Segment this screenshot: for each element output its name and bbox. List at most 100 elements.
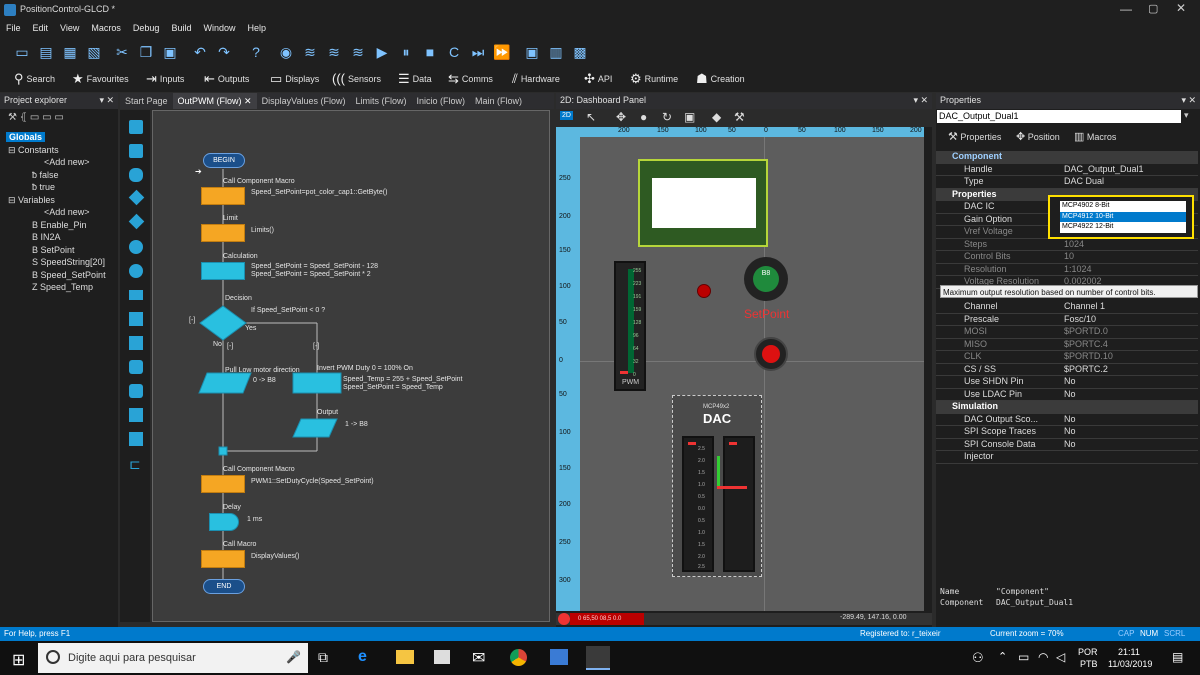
prop-dac-output-scope[interactable]: DAC Output Sco... No (936, 414, 1198, 426)
cut-icon[interactable]: ✂ (112, 42, 132, 62)
b8-button[interactable]: B8 (744, 257, 788, 301)
palette-component-icon[interactable] (129, 290, 143, 300)
signal-icon[interactable]: ≋ (300, 42, 320, 62)
toolbar-displays[interactable]: ▭ Displays (270, 71, 319, 87)
flow-collapse-1[interactable]: [-] (189, 317, 195, 324)
tab-start-page[interactable]: Start Page (120, 93, 173, 109)
prop-use-shdn[interactable]: Use SHDN Pin No (936, 376, 1198, 389)
volume-icon[interactable]: ◁ (1056, 650, 1065, 664)
palette-int-icon[interactable] (129, 384, 143, 398)
compile-chip-icon[interactable]: ▩ (570, 42, 590, 62)
tree-item-speed-temp[interactable]: Z Speed_Temp (6, 281, 118, 294)
dropdown-option-mcp4922[interactable]: MCP4922 12-Bit (1060, 222, 1186, 233)
toolbar-sensors[interactable]: (((Sensors (332, 71, 381, 86)
palette-decision-icon[interactable] (128, 189, 145, 206)
taskbar-search[interactable]: Digite aqui para pesquisar 🎤 (38, 643, 308, 673)
task-view-icon[interactable]: ⧉ (318, 649, 328, 666)
toolbar-hardware[interactable]: ⫽ Hardware (512, 71, 560, 87)
view-2d-icon[interactable]: 2D (560, 111, 573, 120)
dac-ic-dropdown[interactable]: MCP4902 8-Bit MCP4912 10-Bit MCP4922 12-… (1048, 195, 1194, 239)
palette-input-icon[interactable] (129, 120, 143, 134)
mail-icon[interactable]: ✉ (472, 648, 485, 668)
tab-limits[interactable]: Limits (Flow) (350, 93, 411, 109)
pointer-icon[interactable]: ↖ (586, 110, 596, 124)
dac-component[interactable]: MCP49x2 DAC 2.5 2.0 1.5 1.0 0.5 0.0 0.5 … (672, 395, 762, 577)
tree-item-variables[interactable]: ⊟ Variables (6, 194, 118, 207)
clock-date[interactable]: 11/03/2019 (1108, 659, 1152, 669)
compile-c-icon[interactable]: ▣ (522, 42, 542, 62)
tray-expand-icon[interactable]: ⌃ (998, 650, 1007, 663)
palette-connection-icon[interactable] (129, 240, 143, 254)
palette-string-icon[interactable] (129, 336, 143, 350)
flow-delay-icon[interactable] (209, 513, 239, 531)
flow-limit-icon[interactable] (201, 224, 245, 242)
cube-icon[interactable]: ◆ (712, 110, 721, 124)
prop-cs-ss[interactable]: CS / SS $PORTC.2 (936, 364, 1198, 376)
step-over-icon[interactable]: ⏩ (492, 42, 512, 62)
c-sim-icon[interactable]: C (444, 42, 464, 62)
section-simulation[interactable]: Simulation (936, 401, 1198, 414)
handle-input[interactable]: DAC_Output_Dual1 (937, 110, 1181, 123)
palette-delay-icon[interactable] (129, 168, 143, 182)
palette-interrupt-icon[interactable] (129, 360, 143, 374)
undo-icon[interactable]: ↶ (190, 42, 210, 62)
palette-calculation-icon[interactable] (129, 312, 143, 326)
setpoint-knob[interactable] (754, 337, 788, 371)
tab-macros[interactable]: ▥ Macros (1074, 130, 1116, 143)
toolbar-api[interactable]: ✣ API (584, 71, 612, 87)
explorer-tool-icon[interactable]: ⚒ ⦃ ▭ ▭ ▭ (8, 112, 64, 123)
toolbar-comms[interactable]: ⇆ Comms (448, 71, 493, 87)
file-explorer-icon[interactable] (396, 650, 414, 664)
menu-view[interactable]: View (54, 20, 85, 36)
menu-help[interactable]: Help (241, 20, 272, 36)
tab-main[interactable]: Main (Flow) (470, 93, 527, 109)
flow-calc-icon[interactable] (201, 262, 245, 280)
stop-icon[interactable]: ■ (420, 42, 440, 62)
copy-icon[interactable]: ❐ (136, 42, 156, 62)
help-icon[interactable]: ? (246, 42, 266, 62)
dashboard-pin-icon[interactable]: ▾ ✕ (913, 95, 928, 106)
handle-dropdown-icon[interactable]: ▾ (1184, 110, 1189, 121)
palette-simulation-icon[interactable] (129, 408, 143, 422)
prop-type[interactable]: Type DAC Dual (936, 176, 1198, 189)
flowcode-icon[interactable] (586, 646, 610, 670)
toolbar-outputs[interactable]: ⇤ Outputs (204, 71, 249, 87)
step-icon[interactable]: ⏭ (468, 42, 488, 62)
flow-collapse-3[interactable]: [-] (313, 343, 319, 350)
flow-collapse-2[interactable]: [-] (227, 343, 233, 350)
menu-window[interactable]: Window (197, 20, 241, 36)
glcd-display[interactable] (638, 159, 768, 247)
properties-pin-icon[interactable]: ▾ ✕ (1181, 95, 1196, 106)
palette-c-code-icon[interactable] (129, 432, 143, 446)
palette-macro-icon[interactable] (129, 264, 143, 278)
language-primary[interactable]: POR (1078, 647, 1098, 657)
pan-icon[interactable]: ✥ (616, 110, 626, 124)
minimize-button[interactable]: — (1120, 2, 1132, 16)
flow-begin[interactable]: BEGIN (203, 153, 245, 168)
maximize-button[interactable]: ▢ (1148, 2, 1158, 15)
tab-properties[interactable]: ⚒ Properties (948, 130, 1001, 143)
tree-item-true[interactable]: ƀ true (6, 181, 118, 194)
tree-item-enable-pin[interactable]: B Enable_Pin (6, 219, 118, 232)
rotate-icon[interactable]: ↻ (662, 110, 672, 124)
close-button[interactable]: ✕ (1176, 1, 1186, 15)
section-component[interactable]: Component (936, 151, 1198, 164)
signal2-icon[interactable]: ≋ (324, 42, 344, 62)
dropdown-option-mcp4912[interactable]: MCP4912 10-Bit (1060, 211, 1186, 222)
toolbar-search[interactable]: ⚲ Search (14, 71, 55, 87)
tree-item-constants[interactable]: ⊟ Constants (6, 144, 118, 157)
close-tab-icon[interactable]: ✕ (244, 96, 252, 106)
dropdown-option-mcp4902[interactable]: MCP4902 8-Bit (1060, 201, 1186, 212)
panel-pin-icon[interactable]: ▾ ✕ (99, 95, 114, 106)
toolbar-inputs[interactable]: ⇥ Inputs (146, 71, 184, 87)
save-all-icon[interactable]: ▧ (84, 42, 104, 62)
tree-item-in2a[interactable]: B IN2A (6, 231, 118, 244)
tree-item-speedstring[interactable]: S SpeedString[20] (6, 256, 118, 269)
signal3-icon[interactable]: ≋ (348, 42, 368, 62)
prop-channel[interactable]: Channel Channel 1 (936, 301, 1198, 314)
palette-comment-icon[interactable]: ⊏ (129, 456, 143, 472)
flow-call1-icon[interactable] (201, 187, 245, 205)
menu-debug[interactable]: Debug (127, 20, 166, 36)
prop-use-ldac[interactable]: Use LDAC Pin No (936, 389, 1198, 401)
tab-displayvalues[interactable]: DisplayValues (Flow) (257, 93, 351, 109)
